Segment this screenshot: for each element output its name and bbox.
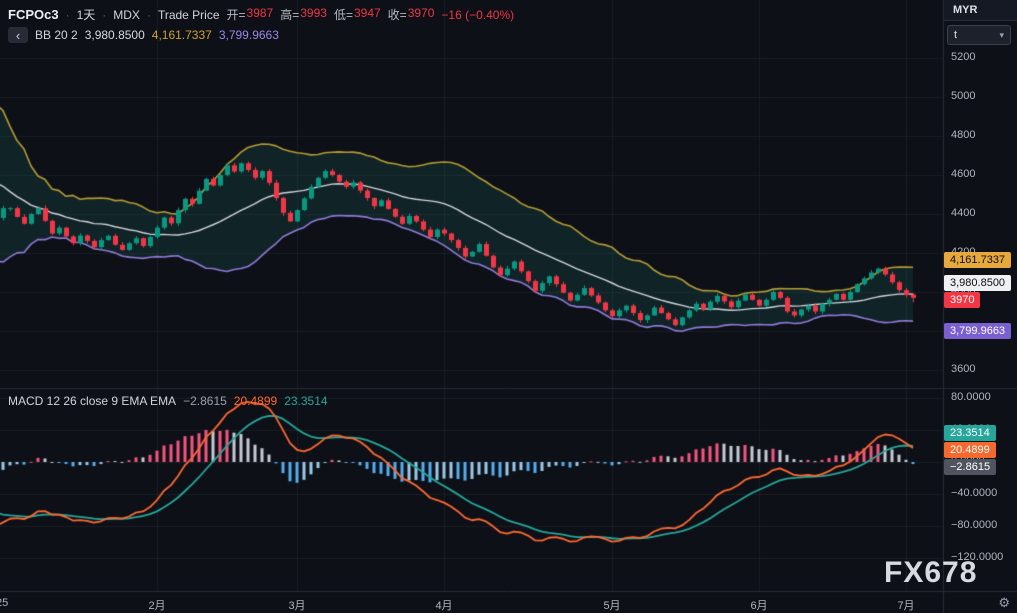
ohlc-high: 高=3993 — [280, 6, 327, 23]
series-type-label: Trade Price — [158, 8, 220, 22]
time-label-5月: 5月 — [603, 597, 620, 613]
price-tick-4800: 4800 — [951, 129, 975, 141]
unit-value: t — [954, 29, 957, 41]
macd-tick--80: −80.0000 — [951, 519, 997, 531]
interval-label[interactable]: 1天 — [77, 6, 96, 23]
time-label-6月: 6月 — [750, 597, 767, 613]
bb-legend-row: ‹ BB 20 2 3,980.8500 4,161.7337 3,799.96… — [8, 27, 279, 43]
price-axis[interactable]: MYR t ▾ 52005000480046004400420040003800… — [944, 0, 1017, 613]
bb-indicator-title[interactable]: BB 20 2 — [35, 28, 78, 42]
price-tick-4400: 4400 — [951, 207, 975, 219]
ohlc-close: 收=3970 — [388, 6, 435, 23]
price-tick-4600: 4600 — [951, 168, 975, 180]
macd-hist-value: −2.8615 — [183, 394, 227, 408]
ohlc-open: 开=3987 — [227, 6, 274, 23]
time-axis[interactable]: ⚙ 2025 2月 3月 4月 5月 6月 7月 — [0, 592, 1017, 613]
currency-label[interactable]: MYR — [944, 0, 1017, 21]
macd-signal-badge: 23.3514 — [944, 425, 996, 441]
bb-basis-value: 3,980.8500 — [85, 28, 145, 42]
macd-signal-value: 23.3514 — [284, 394, 327, 408]
macd-tick--120: −120.0000 — [951, 551, 1003, 563]
time-label-3月: 3月 — [288, 597, 305, 613]
symbol-legend-row: FCPOc3 · 1天 · MDX · Trade Price 开=3987 高… — [8, 6, 514, 23]
settings-gear-icon[interactable]: ⚙ — [998, 595, 1010, 611]
macd-indicator-title[interactable]: MACD 12 26 close 9 EMA EMA — [8, 394, 176, 408]
back-arrow-icon: ‹ — [16, 29, 20, 42]
macd-hist-badge: −2.8615 — [944, 459, 996, 475]
bb-lower-value: 3,799.9663 — [219, 28, 279, 42]
unit-dropdown[interactable]: t ▾ — [947, 25, 1011, 45]
macd-line-value: 20.4899 — [234, 394, 277, 408]
bb-upper-value: 4,161.7337 — [152, 28, 212, 42]
time-label-2025: 2025 — [0, 597, 8, 609]
bb-upper-badge: 4,161.7337 — [944, 252, 1011, 268]
back-button[interactable]: ‹ — [8, 27, 28, 43]
separator-dot: · — [147, 8, 151, 22]
chart-canvas[interactable] — [0, 0, 1017, 613]
time-label-7月: 7月 — [897, 597, 914, 613]
last-price-badge: 3970 — [944, 292, 980, 308]
macd-tick--40: −40.0000 — [951, 487, 997, 499]
symbol-name[interactable]: FCPOc3 — [8, 7, 59, 22]
bb-lower-badge: 3,799.9663 — [944, 323, 1011, 339]
chevron-down-icon: ▾ — [999, 30, 1004, 41]
change-value: −16 (−0.40%) — [441, 8, 514, 22]
exchange-label[interactable]: MDX — [113, 8, 140, 22]
macd-legend-row: MACD 12 26 close 9 EMA EMA −2.8615 20.48… — [8, 394, 328, 408]
macd-line-badge: 20.4899 — [944, 442, 996, 458]
trading-chart-app: FCPOc3 · 1天 · MDX · Trade Price 开=3987 高… — [0, 0, 1017, 613]
separator-dot: · — [66, 8, 70, 22]
price-tick-3600: 3600 — [951, 363, 975, 375]
bb-basis-badge: 3,980.8500 — [944, 275, 1011, 291]
price-tick-5000: 5000 — [951, 90, 975, 102]
macd-tick-80: 80.0000 — [951, 391, 991, 403]
time-label-2月: 2月 — [148, 597, 165, 613]
time-label-4月: 4月 — [435, 597, 452, 613]
price-tick-5200: 5200 — [951, 51, 975, 63]
separator-dot: · — [102, 8, 106, 22]
ohlc-low: 低=3947 — [334, 6, 381, 23]
